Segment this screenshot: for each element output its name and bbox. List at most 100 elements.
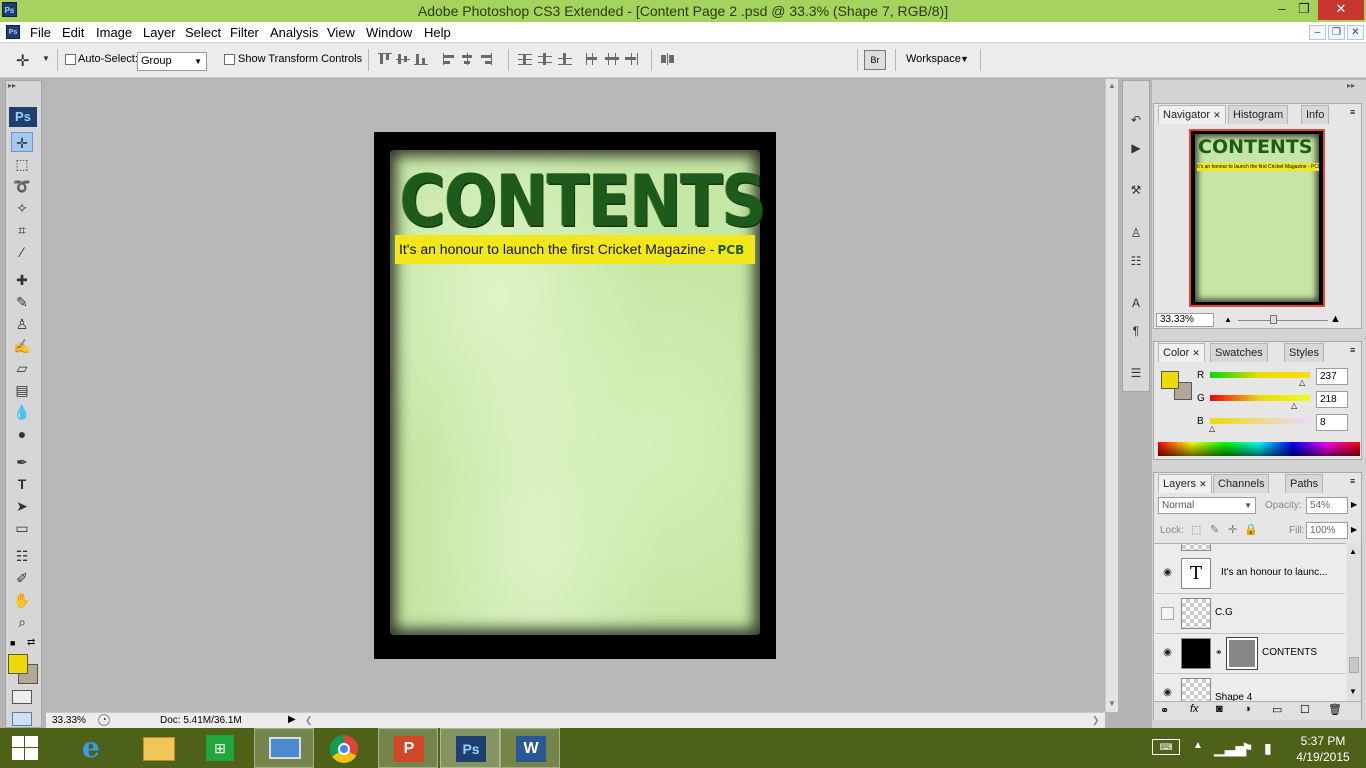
- auto-align-layers-icon[interactable]: [661, 53, 675, 65]
- distribute-left-icon[interactable]: [585, 53, 599, 65]
- tab-channels[interactable]: Channels: [1213, 474, 1270, 493]
- photoshop-logo[interactable]: Ps: [9, 107, 37, 127]
- taskbar-photoshop[interactable]: Ps: [440, 728, 500, 768]
- auto-select-checkbox[interactable]: [65, 54, 76, 65]
- red-slider-track[interactable]: [1210, 372, 1310, 378]
- eraser-tool-icon[interactable]: ▱: [11, 358, 33, 378]
- eyedropper-tool-icon[interactable]: ✐: [11, 568, 33, 588]
- actions-panel-icon[interactable]: ▶: [1127, 139, 1145, 157]
- tab-layers[interactable]: Layers ✕: [1158, 474, 1212, 493]
- clone-stamp-tool-icon[interactable]: ♙: [11, 314, 33, 334]
- taskbar-remote-desktop[interactable]: [254, 728, 314, 768]
- lasso-tool-icon[interactable]: ➰: [11, 176, 33, 196]
- type-tool-icon[interactable]: T: [11, 474, 33, 494]
- scroll-down-icon[interactable]: ▼: [1349, 687, 1357, 696]
- tab-color[interactable]: Color ✕: [1158, 343, 1205, 362]
- workspace-button[interactable]: Workspace: [906, 53, 961, 65]
- distribute-top-icon[interactable]: [518, 53, 532, 65]
- tab-info[interactable]: Info: [1301, 105, 1330, 124]
- tool-presets-panel-icon[interactable]: ⚒: [1127, 181, 1145, 199]
- menu-help[interactable]: Help: [424, 25, 451, 40]
- eye-icon[interactable]: ◉: [1161, 647, 1174, 660]
- blend-mode-dropdown[interactable]: Normal ▼: [1158, 497, 1256, 514]
- scroll-up-icon[interactable]: ▲: [1108, 81, 1116, 90]
- history-brush-tool-icon[interactable]: ✍: [11, 336, 33, 356]
- lock-all-icon[interactable]: 🔒: [1244, 523, 1258, 536]
- layer-mask-thumbnail[interactable]: [1226, 637, 1258, 670]
- close-button[interactable]: ✕: [1318, 0, 1364, 20]
- link-layers-icon[interactable]: ⚭: [1160, 704, 1169, 717]
- status-menu-arrow-icon[interactable]: ▶: [288, 714, 296, 725]
- eye-icon[interactable]: ◉: [1161, 687, 1174, 700]
- move-tool-icon[interactable]: ✛: [11, 132, 33, 152]
- brush-tool-icon[interactable]: ✎: [11, 292, 33, 312]
- marquee-tool-icon[interactable]: ⬚: [11, 154, 33, 174]
- distribute-hcenter-icon[interactable]: [605, 53, 619, 65]
- clone-source-panel-icon[interactable]: ♙: [1127, 224, 1145, 242]
- blue-slider-track[interactable]: [1210, 418, 1310, 424]
- keyboard-icon[interactable]: ⌨: [1152, 739, 1180, 755]
- scroll-down-icon[interactable]: ▼: [1108, 699, 1116, 708]
- panel-menu-icon[interactable]: ≡: [1350, 107, 1355, 117]
- menu-image[interactable]: Image: [96, 25, 132, 40]
- auto-select-group-dropdown[interactable]: Group ▼: [137, 52, 207, 71]
- scroll-up-icon[interactable]: ▲: [1349, 547, 1357, 556]
- link-icon[interactable]: ⚭: [1215, 647, 1223, 658]
- screen-mode-icon[interactable]: [12, 712, 32, 726]
- navigator-preview[interactable]: CONTENTS It's an honour to launch the fi…: [1189, 129, 1325, 307]
- align-right-icon[interactable]: [479, 53, 493, 65]
- new-layer-icon[interactable]: ☐: [1300, 703, 1310, 716]
- trash-icon[interactable]: 🗑: [1328, 703, 1342, 716]
- collapse-arrows-icon[interactable]: ▸▸: [8, 81, 16, 90]
- tab-histogram[interactable]: Histogram: [1228, 105, 1289, 124]
- tab-paths[interactable]: Paths: [1285, 474, 1324, 493]
- align-top-icon[interactable]: [378, 53, 392, 65]
- zoom-readout[interactable]: 33.33%: [52, 715, 86, 726]
- magic-wand-tool-icon[interactable]: ✧: [11, 198, 33, 218]
- zoom-tool-icon[interactable]: ⌕: [11, 612, 33, 632]
- scroll-thumb[interactable]: [1349, 657, 1359, 673]
- vertical-scrollbar[interactable]: ▲ ▼: [1105, 79, 1118, 712]
- restore-button[interactable]: ❐: [1290, 0, 1318, 20]
- document-icon[interactable]: Ps: [6, 25, 20, 39]
- navigator-zoom-field[interactable]: 33.33%: [1156, 313, 1214, 327]
- quick-mask-icon[interactable]: [12, 690, 32, 704]
- navigator-zoom-slider[interactable]: [1238, 320, 1328, 321]
- zoom-in-icon[interactable]: ▲: [1330, 313, 1341, 325]
- fx-icon[interactable]: fx: [1190, 703, 1199, 715]
- history-panel-icon[interactable]: ↶: [1127, 111, 1145, 129]
- new-group-icon[interactable]: ▭: [1272, 703, 1282, 716]
- notes-tool-icon[interactable]: ☷: [11, 546, 33, 566]
- menu-layer[interactable]: Layer: [143, 25, 176, 40]
- menu-view[interactable]: View: [327, 25, 355, 40]
- menu-edit[interactable]: Edit: [62, 25, 84, 40]
- opacity-field[interactable]: 54%: [1306, 497, 1348, 514]
- swap-colors-icon[interactable]: ⇄: [27, 637, 35, 648]
- expand-arrows-icon[interactable]: ▸▸: [1347, 81, 1355, 90]
- bridge-icon[interactable]: Br: [864, 50, 886, 70]
- measurement-log-panel-icon[interactable]: ☰: [1127, 364, 1145, 382]
- visibility-toggle[interactable]: [1161, 607, 1174, 620]
- distribute-bottom-icon[interactable]: [558, 53, 572, 65]
- move-tool-preset-icon[interactable]: ✛: [16, 51, 29, 71]
- green-slider-handle[interactable]: △: [1291, 401, 1297, 410]
- layers-scrollbar[interactable]: ▲ ▼: [1347, 543, 1361, 701]
- taskbar-store[interactable]: ⊞: [190, 728, 250, 768]
- zoom-out-icon[interactable]: ▲: [1224, 315, 1232, 324]
- dodge-tool-icon[interactable]: ●: [11, 424, 33, 444]
- show-transform-checkbox[interactable]: [224, 54, 235, 65]
- foreground-color-swatch[interactable]: [8, 654, 28, 674]
- scroll-right-icon[interactable]: ❯: [1092, 715, 1100, 726]
- menu-analysis[interactable]: Analysis: [270, 25, 318, 40]
- status-info-icon[interactable]: ◔: [98, 714, 110, 726]
- taskbar-word[interactable]: W: [500, 728, 560, 768]
- default-colors-icon[interactable]: ■: [10, 638, 15, 648]
- shape-tool-icon[interactable]: ▭: [11, 518, 33, 538]
- menu-filter[interactable]: Filter: [230, 25, 259, 40]
- close-icon[interactable]: ✕: [1192, 348, 1200, 358]
- doc-close-button[interactable]: ✕: [1347, 25, 1364, 40]
- adjustment-layer-icon[interactable]: ◑: [1244, 703, 1251, 715]
- layer-comps-panel-icon[interactable]: ☷: [1127, 252, 1145, 270]
- align-left-icon[interactable]: [443, 53, 457, 65]
- gradient-tool-icon[interactable]: ▤: [11, 380, 33, 400]
